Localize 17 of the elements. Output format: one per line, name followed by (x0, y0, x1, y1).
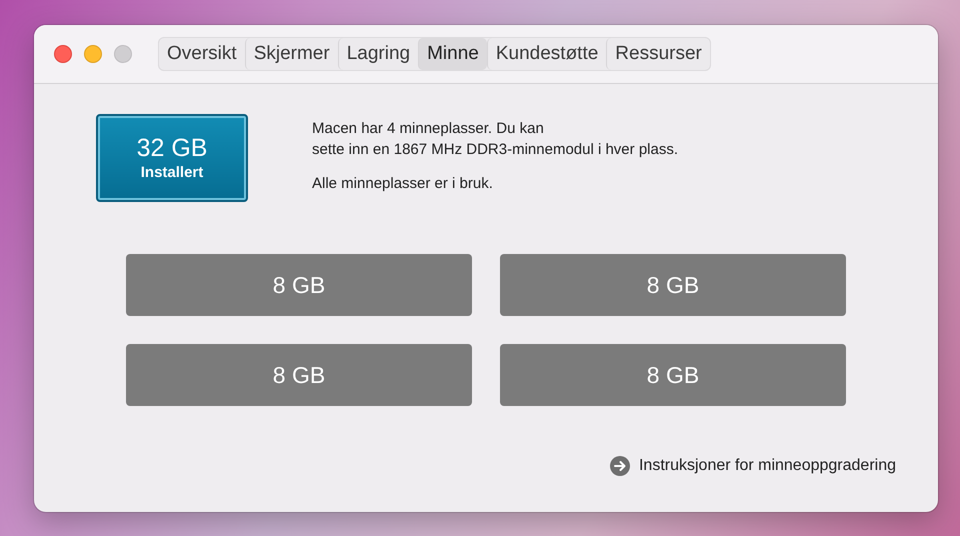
tab[interactable]: Ressurser (606, 38, 710, 70)
arrow-circle-icon[interactable] (610, 456, 630, 476)
tab[interactable]: Kundestøtte (486, 38, 606, 70)
memory-slot: 8 GB (500, 344, 846, 406)
memory-slot: 8 GB (500, 254, 846, 316)
tab[interactable]: Minne (418, 38, 487, 70)
memory-caption: Installert (140, 163, 204, 183)
tab[interactable]: Oversikt (159, 38, 245, 70)
upgrade-instructions-link[interactable]: Instruksjoner for minneoppgradering (638, 457, 896, 475)
tab[interactable]: Skjermer (244, 38, 338, 70)
memory-slot: 8 GB (126, 254, 472, 316)
memory-status: Alle minneplasser er i bruk. (312, 174, 494, 194)
minimize-button[interactable] (84, 45, 102, 63)
memory-total: 32 GB (136, 133, 208, 163)
close-button[interactable] (54, 45, 72, 63)
memory-slot: 8 GB (126, 344, 472, 406)
memory-description: Macen har 4 minneplasser. Du kan sette inn en 1867 MHz DDR3-minnemodul i hver plass. (312, 119, 678, 160)
